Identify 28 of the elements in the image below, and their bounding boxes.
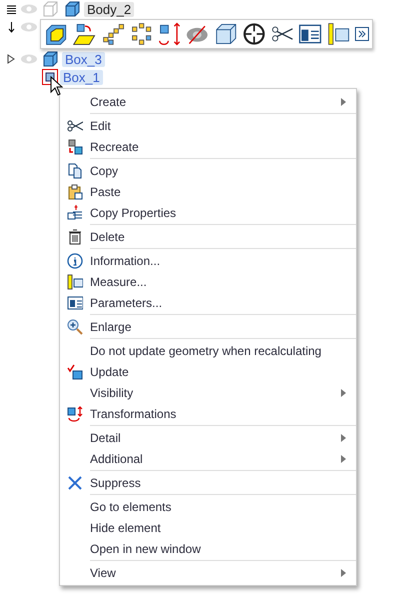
menu-item[interactable]: Suppress — [60, 472, 356, 493]
menu-item[interactable]: Update — [60, 361, 356, 382]
menu-item[interactable]: Copy — [60, 160, 356, 181]
menu-item[interactable]: Parameters... — [60, 292, 356, 313]
menu-item[interactable]: Recreate — [60, 136, 356, 157]
menu-item[interactable]: Open in new window — [60, 538, 356, 559]
menu-item[interactable]: Additional — [60, 448, 356, 469]
measure-icon[interactable] — [326, 20, 351, 48]
menu-item[interactable]: Visibility — [60, 382, 356, 403]
menu-item[interactable]: View — [60, 562, 356, 583]
menu-item[interactable]: Enlarge — [60, 316, 356, 337]
transform-icon[interactable] — [157, 20, 182, 48]
tree-item-label[interactable]: Box_1 — [60, 70, 103, 84]
menu-item[interactable]: Go to elements — [60, 496, 356, 517]
menu-item[interactable]: Create — [60, 91, 356, 112]
menu-item[interactable]: Delete — [60, 226, 356, 247]
menu-item[interactable]: Copy Properties — [60, 202, 356, 223]
menu-item[interactable]: Detail — [60, 427, 356, 448]
tree-item-label[interactable]: Box_3 — [62, 52, 105, 66]
menu-item[interactable]: Transformations — [60, 403, 356, 424]
menu-item[interactable]: Do not update geometry when recalculating — [60, 340, 356, 361]
menu-item[interactable]: Information... — [60, 250, 356, 271]
menu-item[interactable]: Hide element — [60, 517, 356, 538]
menu-item[interactable]: Measure... — [60, 271, 356, 292]
double-chevron-icon — [354, 26, 369, 41]
menu-item[interactable]: Paste — [60, 181, 356, 202]
tree-item-label[interactable]: Body_2 — [84, 2, 134, 16]
menu-item[interactable]: Edit — [60, 115, 356, 136]
